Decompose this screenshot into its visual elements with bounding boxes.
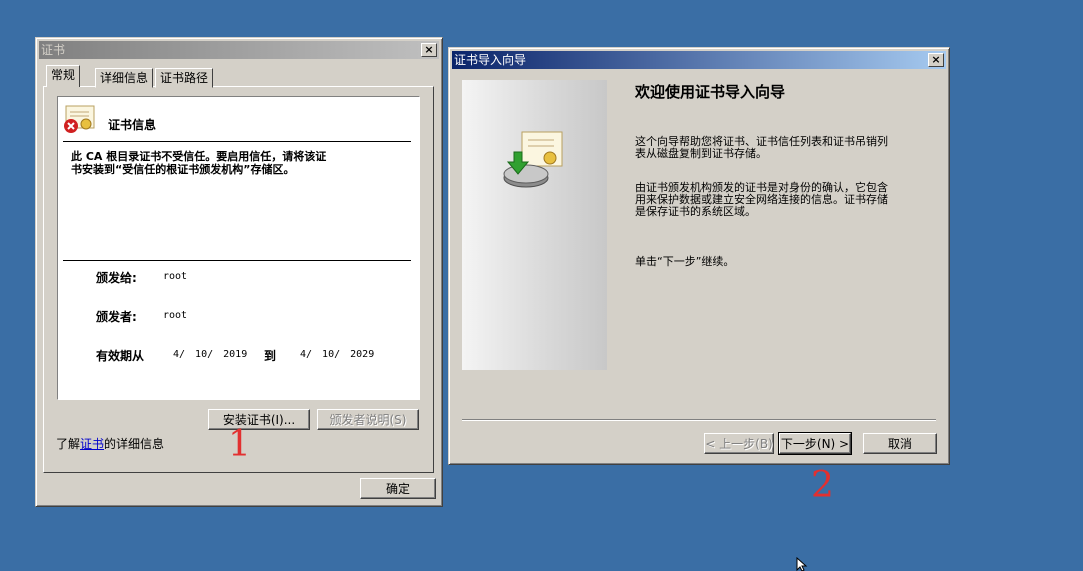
divider [63,260,411,261]
wizard-heading: 欢迎使用证书导入向导 [635,83,786,101]
install-certificate-button[interactable]: 安装证书(I)... [208,409,310,430]
import-wizard-dialog: 证书导入向导 × 欢迎使用证书导入向导 这个向导帮助您将证书、证书信任列表和证书… [448,47,950,465]
cancel-button[interactable]: 取消 [863,433,937,454]
mouse-cursor-icon [796,557,808,571]
learn-more-suffix: 的详细信息 [104,437,165,451]
wizard-separator [462,419,936,421]
untrusted-certificate-icon [64,105,95,133]
certificate-info-title: 证书信息 [108,118,157,132]
paragraph-1-line-2: 表从磁盘复制到证书存储。 [635,147,767,160]
annotation-mark-1: 1 [228,424,251,465]
valid-to-value: 4/ 10/ 2029 [300,349,375,360]
learn-more-text: 了解证书的详细信息 [56,435,164,452]
certificate-info-panel: 证书信息 此 CA 根目录证书不受信任。要启用信任，请将该证 书安装到“受信任的… [57,96,420,400]
certificate-import-icon [503,131,563,188]
valid-from-value: 4/ 10/ 2019 [173,349,248,360]
tab-cert-path[interactable]: 证书路径 [155,68,214,88]
close-icon[interactable]: × [928,53,944,67]
wizard-paragraph-2: 由证书颁发机构颁发的证书是对身份的确认，它包含 用来保护数据或建立安全网络连接的… [635,182,888,218]
divider [63,141,411,142]
issuer-statement-button[interactable]: 颁发者说明(S) [317,409,419,430]
wizard-paragraph-1: 这个向导帮助您将证书、证书信任列表和证书吊销列 表从磁盘复制到证书存储。 [635,136,888,160]
issued-by-label: 颁发者: [96,310,137,324]
wizard-titlebar: 证书导入向导 × [452,51,946,69]
issued-to-value: root [163,271,188,282]
issued-to-label: 颁发给: [96,271,137,285]
trust-warning-line-2: 书安装到“受信任的根证书颁发机构”存储区。 [71,163,295,176]
paragraph-2-line-3: 是保存证书的系统区域。 [635,205,756,218]
ok-button[interactable]: 确定 [360,478,436,499]
learn-more-link[interactable]: 证书 [80,437,104,451]
wizard-paragraph-3: 单击“下一步”继续。 [635,255,735,268]
close-icon[interactable]: × [421,43,437,57]
issued-by-value: root [163,310,188,321]
desktop: { "cert_window": { "title": "证书", "close… [0,0,1083,571]
back-button[interactable]: < 上一步(B) [704,433,774,454]
tab-details[interactable]: 详细信息 [95,68,154,88]
wizard-title: 证书导入向导 [454,53,527,67]
valid-to-label: 到 [264,349,277,363]
wizard-side-banner [462,80,607,370]
learn-more-prefix: 了解 [56,437,81,451]
annotation-mark-2: 2 [811,465,834,506]
valid-from-label: 有效期从 [96,349,145,363]
certificate-title: 证书 [41,43,66,57]
tab-general[interactable]: 常规 [46,65,81,87]
next-button[interactable]: 下一步(N) > [778,432,852,455]
certificate-titlebar: 证书 × [39,41,439,59]
